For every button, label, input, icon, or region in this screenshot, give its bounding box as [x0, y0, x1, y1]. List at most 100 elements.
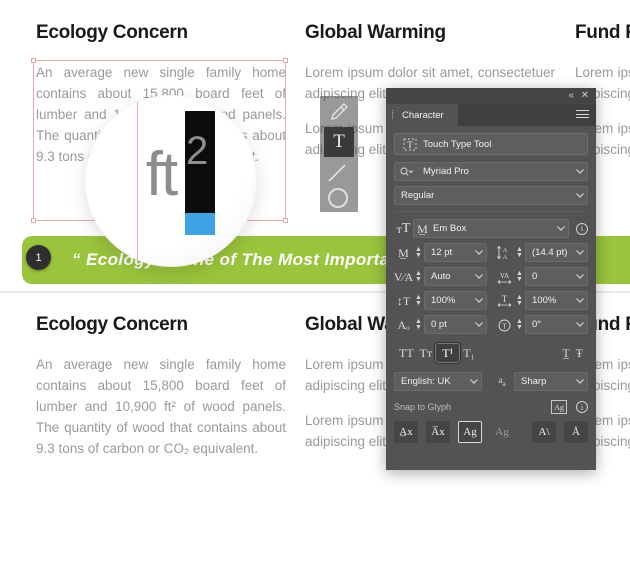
scale-row: ↕T ▲ ▼ 100% T ▲ ▼ 100%	[394, 291, 588, 310]
strikethrough-button[interactable]: Ŧ	[573, 345, 586, 361]
font-size-value: 12 pt	[431, 247, 453, 258]
align-glyph-box-button[interactable]: Ag	[458, 421, 482, 443]
baseline-rotation-row: Aₒ ▲ ▼ 0 pt T ▲ ▼ 0°	[394, 315, 588, 334]
info-icon[interactable]: i	[576, 401, 588, 413]
panel-body: T Touch Type Tool Myriad Pro Regular т T…	[386, 126, 596, 460]
font-search-icon[interactable]	[395, 167, 417, 177]
pen-tool-icon[interactable]	[327, 100, 351, 129]
kerning-field[interactable]: Auto	[424, 267, 487, 286]
info-icon[interactable]: i	[576, 222, 588, 235]
font-style-field[interactable]: Regular	[394, 186, 588, 205]
svg-text:T: T	[502, 322, 507, 330]
chevron-down-icon[interactable]	[573, 169, 587, 174]
tracking-field[interactable]: 0	[525, 267, 588, 286]
touch-type-tool-button[interactable]: T Touch Type Tool	[394, 133, 588, 155]
em-box-field[interactable]: M̲ Em Box	[413, 219, 569, 238]
anti-alias-field[interactable]: Sharp	[514, 372, 588, 391]
character-rotation-field[interactable]: 0°	[525, 315, 588, 334]
chevron-down-icon[interactable]	[472, 298, 486, 303]
font-style-value: Regular	[401, 190, 435, 201]
svg-text:A: A	[503, 254, 508, 260]
column-title: Ecology Concern	[36, 22, 188, 43]
loupe-glyph-ft: ft	[145, 140, 178, 209]
loupe-glyph-superscript: 2	[186, 129, 209, 173]
chevron-down-icon[interactable]	[472, 322, 486, 327]
column-title: Fund Raising	[575, 22, 630, 43]
collapse-icon[interactable]: «	[568, 90, 574, 102]
all-caps-button[interactable]: TT	[396, 345, 417, 361]
tab-character[interactable]: Character	[386, 104, 458, 126]
svg-text:T: T	[407, 140, 413, 150]
kerning-stepper[interactable]: ▲ ▼	[413, 270, 424, 283]
chevron-down-icon[interactable]	[573, 379, 587, 384]
snap-to-glyph-row: Snap to Glyph Ag i	[394, 400, 588, 414]
superscript-button[interactable]: T¹	[435, 343, 461, 363]
chevron-down-icon[interactable]	[467, 379, 481, 384]
panel-menu-icon[interactable]	[576, 110, 589, 121]
divider	[394, 211, 588, 212]
align-glyph-left-button[interactable]: A̲x	[394, 421, 418, 443]
leading-stepper[interactable]: ▲ ▼	[514, 246, 525, 259]
chevron-down-icon[interactable]	[573, 193, 587, 198]
close-icon[interactable]: ✕	[581, 90, 589, 102]
align-glyph-italic-a-button[interactable]: A\	[532, 421, 556, 443]
column-body[interactable]: An average new single family home contai…	[36, 354, 286, 459]
font-size-adjust-icon: тT	[396, 220, 411, 236]
anti-alias-icon: aa	[498, 375, 506, 388]
tracking-value: 0	[532, 271, 538, 282]
panel-titlebar: « ✕	[386, 88, 596, 104]
snap-to-glyph-label: Snap to Glyph	[394, 402, 452, 412]
language-value: English: UK	[401, 376, 451, 387]
tracking-stepper[interactable]: ▲ ▼	[514, 270, 525, 283]
vertical-scale-field[interactable]: 100%	[424, 291, 487, 310]
type-tool-icon[interactable]: T	[324, 127, 354, 157]
leading-field[interactable]: (14.4 pt)	[525, 243, 588, 262]
glyph-box-icon[interactable]: Ag	[551, 400, 567, 414]
svg-text:A: A	[503, 247, 508, 254]
chevron-down-icon[interactable]	[573, 274, 587, 279]
type-style-buttons: TT Tт T¹ T₁ T̲ Ŧ	[396, 342, 586, 364]
chevron-down-icon[interactable]	[573, 250, 587, 255]
font-family-field[interactable]: Myriad Pro	[394, 162, 588, 181]
chevron-down-icon[interactable]	[472, 274, 486, 279]
align-glyph-center-button[interactable]: A̅x	[426, 421, 450, 443]
em-box-value: Em Box	[433, 223, 467, 234]
align-glyph-none-button[interactable]: Ag	[490, 421, 514, 443]
font-size-field[interactable]: 12 pt	[424, 243, 487, 262]
size-stepper[interactable]: ▲ ▼	[413, 246, 424, 259]
language-field[interactable]: English: UK	[394, 372, 482, 391]
tool-strip: T	[320, 96, 358, 212]
baseline-shift-field[interactable]: 0 pt	[424, 315, 487, 334]
chevron-down-icon[interactable]	[573, 298, 587, 303]
text-frame-guide	[137, 95, 138, 267]
chevron-down-icon[interactable]	[554, 226, 568, 231]
language-antialias-row: English: UK aa Sharp	[394, 372, 588, 391]
column-title: Global Warming	[305, 22, 446, 43]
tracking-icon: VA	[495, 268, 514, 285]
horizontal-scale-field[interactable]: 100%	[525, 291, 588, 310]
small-caps-button[interactable]: Tт	[417, 345, 436, 361]
character-panel[interactable]: « ✕ Character T Touch Type Tool Myriad P…	[386, 88, 596, 470]
baseline-shift-icon: Aₒ	[397, 317, 410, 332]
ellipse-tool-icon[interactable]	[328, 188, 348, 208]
line-tool-icon[interactable]	[326, 162, 348, 184]
chevron-down-icon[interactable]	[472, 250, 486, 255]
baseline-shift-stepper[interactable]: ▲ ▼	[413, 318, 424, 331]
baseline-shift-value: 0 pt	[431, 319, 447, 330]
horizontal-scale-icon: T	[495, 292, 514, 309]
horizontal-scale-stepper[interactable]: ▲ ▼	[514, 294, 525, 307]
column-ecology-concern-2: Ecology Concern An average new single fa…	[36, 314, 286, 459]
align-glyph-rotated-a-button[interactable]: Å	[564, 421, 588, 443]
loupe-selection-underline	[185, 213, 215, 235]
touch-type-tool-label: Touch Type Tool	[423, 138, 492, 150]
leading-icon: A A	[495, 244, 514, 261]
character-rotation-icon: T	[495, 316, 514, 333]
subscript-button[interactable]: T₁	[460, 345, 478, 361]
underline-button[interactable]: T̲	[559, 345, 572, 361]
step-badge-1: 1	[26, 245, 51, 270]
character-rotation-stepper[interactable]: ▲ ▼	[514, 318, 525, 331]
leading-value: (14.4 pt)	[532, 247, 568, 258]
kerning-tracking-row: V∕A ▲ ▼ Auto VA ▲ ▼ 0	[394, 267, 588, 286]
chevron-down-icon[interactable]	[573, 322, 587, 327]
vertical-scale-stepper[interactable]: ▲ ▼	[413, 294, 424, 307]
